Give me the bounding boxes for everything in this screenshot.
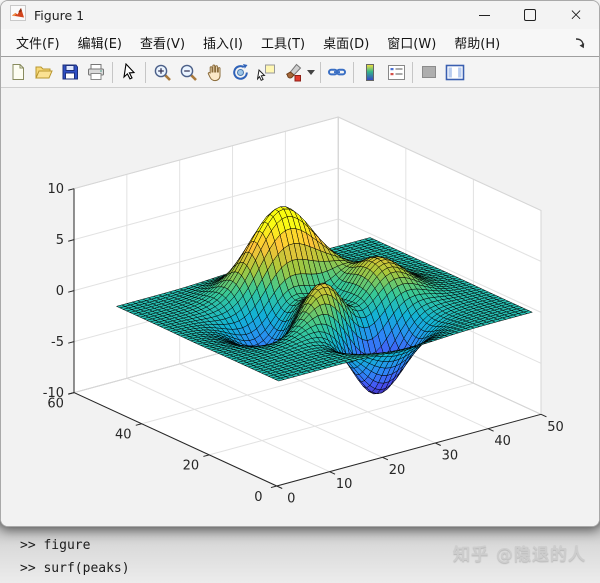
menu-insert[interactable]: 插入(I) bbox=[194, 33, 252, 52]
print-figure-button[interactable] bbox=[83, 60, 109, 85]
toolbar-separator bbox=[320, 61, 321, 83]
window-controls: × bbox=[461, 1, 599, 29]
menu-window[interactable]: 窗口(W) bbox=[378, 33, 445, 52]
save-floppy-icon bbox=[62, 64, 78, 80]
rotate-3d-icon bbox=[232, 63, 248, 80]
surface-plot-canvas[interactable] bbox=[1, 88, 599, 526]
zoom-in-icon bbox=[154, 64, 171, 81]
toolbar-separator bbox=[145, 61, 146, 83]
zoom-out-button[interactable] bbox=[175, 60, 201, 85]
menu-desktop[interactable]: 桌面(D) bbox=[314, 33, 378, 52]
maximize-icon bbox=[524, 9, 536, 21]
zoom-in-button[interactable] bbox=[149, 60, 175, 85]
colorbar-icon bbox=[366, 63, 374, 81]
menu-bar: 文件(F) 编辑(E) 查看(V) 插入(I) 工具(T) 桌面(D) 窗口(W… bbox=[1, 29, 599, 57]
menu-file[interactable]: 文件(F) bbox=[7, 33, 69, 52]
figure-window: Figure 1 × 文件(F) 编辑(E) 查看(V) 插入(I) 工具(T)… bbox=[0, 0, 600, 527]
minimize-button[interactable] bbox=[461, 1, 507, 29]
menu-edit[interactable]: 编辑(E) bbox=[69, 33, 131, 52]
legend-icon bbox=[387, 64, 405, 80]
watermark: 知乎 @隐退的人 bbox=[453, 545, 586, 565]
hide-plot-tools-icon bbox=[422, 66, 436, 78]
hand-icon bbox=[207, 64, 221, 81]
rotate-3d-button[interactable] bbox=[227, 60, 253, 85]
dock-arrow-icon bbox=[575, 37, 585, 48]
brush-data-button[interactable] bbox=[279, 60, 305, 85]
open-folder-icon bbox=[35, 66, 53, 79]
maximize-button[interactable] bbox=[507, 1, 553, 29]
dock-figure-button[interactable] bbox=[574, 37, 593, 49]
matlab-logo-icon bbox=[10, 5, 26, 25]
toolbar-separator bbox=[353, 61, 354, 83]
open-file-button[interactable] bbox=[31, 60, 57, 85]
pointer-arrow-icon bbox=[123, 63, 136, 80]
brush-dropdown-button[interactable] bbox=[305, 60, 317, 85]
save-figure-button[interactable] bbox=[57, 60, 83, 85]
command-line: >> surf(peaks) bbox=[20, 561, 130, 576]
chevron-down-icon bbox=[307, 69, 315, 75]
show-plot-tools-icon bbox=[445, 64, 465, 80]
insert-colorbar-button[interactable] bbox=[357, 60, 383, 85]
data-cursor-button[interactable] bbox=[253, 60, 279, 85]
menu-view[interactable]: 查看(V) bbox=[131, 33, 194, 52]
figure-toolbar bbox=[1, 57, 599, 88]
new-figure-button[interactable] bbox=[5, 60, 31, 85]
hide-plot-tools-button[interactable] bbox=[416, 60, 442, 85]
pan-button[interactable] bbox=[201, 60, 227, 85]
edit-plot-button[interactable] bbox=[116, 60, 142, 85]
window-title: Figure 1 bbox=[34, 7, 85, 23]
plot-area bbox=[1, 88, 599, 526]
data-cursor-icon bbox=[256, 64, 275, 81]
title-bar[interactable]: Figure 1 × bbox=[1, 1, 599, 29]
menu-help[interactable]: 帮助(H) bbox=[445, 33, 509, 52]
link-plots-button[interactable] bbox=[324, 60, 350, 85]
printer-icon bbox=[88, 64, 104, 80]
screenshot-root: >> figure >> surf(peaks) 知乎 @隐退的人 Figure… bbox=[0, 0, 600, 583]
new-document-icon bbox=[12, 64, 24, 80]
insert-legend-button[interactable] bbox=[383, 60, 409, 85]
link-chain-icon bbox=[328, 68, 346, 76]
toolbar-separator bbox=[412, 61, 413, 83]
zoom-out-icon bbox=[180, 64, 197, 81]
minimize-icon bbox=[478, 14, 490, 16]
show-plot-tools-button[interactable] bbox=[442, 60, 468, 85]
menu-tools[interactable]: 工具(T) bbox=[252, 33, 314, 52]
close-button[interactable]: × bbox=[553, 1, 599, 29]
matlab-command-window: >> figure >> surf(peaks) 知乎 @隐退的人 bbox=[0, 520, 600, 583]
toolbar-separator bbox=[112, 61, 113, 83]
command-line: >> figure bbox=[20, 538, 91, 553]
brush-icon bbox=[285, 63, 301, 81]
close-icon: × bbox=[568, 4, 584, 25]
